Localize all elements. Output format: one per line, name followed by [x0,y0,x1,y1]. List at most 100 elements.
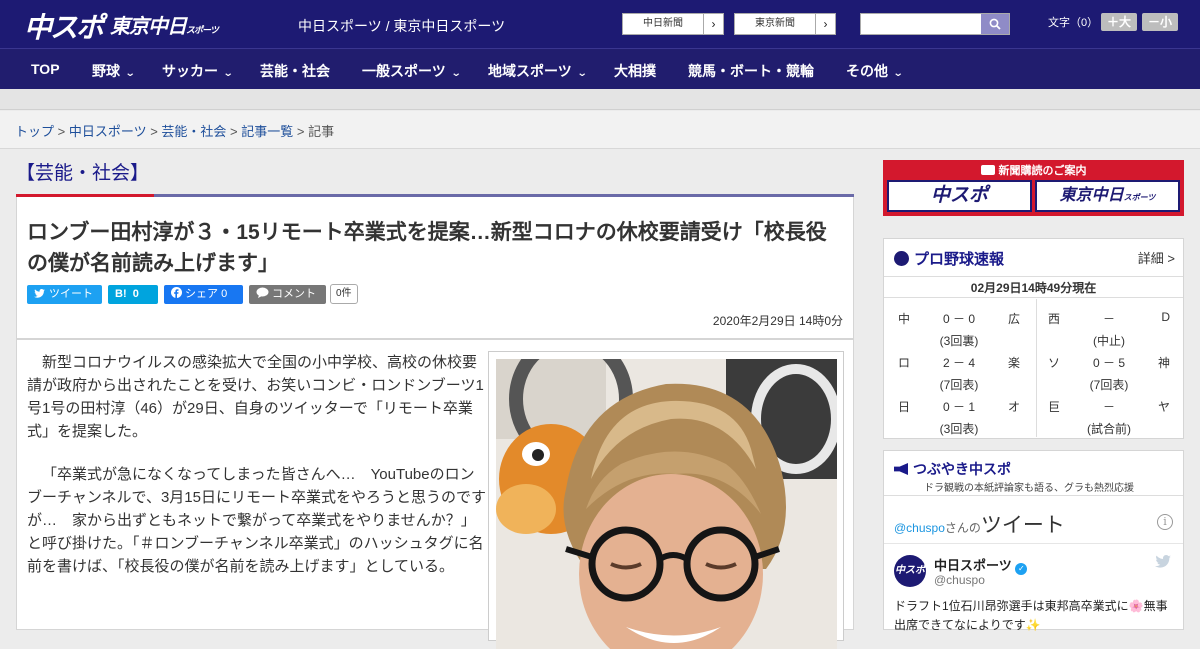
site-name: 中日スポーツ / 東京中日スポーツ [298,18,506,34]
facebook-count: 0 [221,288,228,300]
subscription-banner[interactable]: 新聞購読のご案内 中スポ 東京中日スポーツ [883,160,1184,216]
chunichi-shimbun-button[interactable]: 中日新聞 › [622,13,724,35]
facebook-share-button[interactable]: シェア 0 [164,285,243,304]
search-input[interactable] [860,13,1010,35]
subscribe-tokyo-label: 東京中日 [1059,187,1124,204]
game-status: (7回表) [1089,378,1129,392]
breadcrumb-entertainment[interactable]: 芸能・社会 [161,124,226,139]
nav-label: 芸能・社会 [260,63,330,79]
comment-button[interactable]: コメント [249,285,326,304]
divider [884,543,1183,544]
breadcrumb-sep: > [54,124,69,139]
game-status: (3回裏) [939,334,979,348]
tweet-label: ツイート [49,288,93,300]
hatena-bookmark-button[interactable]: B! 0 [108,285,158,304]
game-score[interactable]: 日0 － 1 オ (3回表) [884,398,1034,442]
nav-item-regional-sports[interactable]: 地域スポーツ ⌄ [488,61,588,81]
nav-item-general-sports[interactable]: 一般スポーツ ⌄ [362,61,462,81]
tokyo-chunichi-logo[interactable]: 東京中日スポーツ [110,10,219,39]
avatar[interactable]: 中スポ [894,555,926,587]
baseball-icon [894,251,909,266]
article-body: 新型コロナウイルスの感染拡大で全国の小中学校、高校の休校要請が政府から出されたこ… [16,339,854,649]
article-date: 2020年2月29日 14時0分 [712,314,843,328]
category-title: 【芸能・社会】 [16,163,150,184]
game-score[interactable]: 巨－ヤ (試合前) [1034,398,1184,442]
game-score[interactable]: ロ2 － 4 楽 (7回表) [884,354,1034,398]
nav-label: 一般スポーツ [362,63,446,79]
game-score[interactable]: 中0 － 0 広 (3回裏) [884,310,1034,354]
nav-item-racing[interactable]: 競馬・ボート・競輪 [688,61,814,81]
game-status: (試合前) [1087,422,1131,436]
nav-label: 地域スポーツ [488,63,572,79]
breadcrumb-top[interactable]: トップ [15,124,54,139]
tokyo-logo-text: 東京中日 [110,16,187,38]
breadcrumb-sep: > [226,124,242,139]
nav-item-sumo[interactable]: 大相撲 [614,61,656,81]
hatena-count: 0 [132,288,139,300]
nav-label: 野球 [92,63,120,79]
tamura-atsushi-photo [496,359,837,649]
font-smaller-button[interactable]: －小 [1142,13,1179,31]
tweet-account-name[interactable]: 中日スポーツ ✓ [934,555,1028,575]
game-score[interactable]: ソ0 － 5 神 (7回表) [1034,354,1184,398]
game-status: (7回表) [939,378,979,392]
away-team: オ [1007,400,1020,414]
chevron-down-icon: ⌄ [450,68,462,79]
tweet-text: ドラフト1位石川昂弥選手は東邦高卒業式に🌸無事出席できてなによりです✨ [894,599,1168,632]
baseball-title-text: プロ野球速報 [914,251,1005,268]
away-team: 広 [1007,312,1020,326]
article-headline: ロンブー田村淳が３・15リモート卒業式を提案…新型コロナの休校要請受け「校長役の… [27,221,827,275]
twitter-bird-icon [34,289,45,298]
article-header: ロンブー田村淳が３・15リモート卒業式を提案…新型コロナの休校要請受け「校長役の… [16,197,854,339]
chevron-down-icon: ⌄ [222,68,234,79]
facebook-icon [171,287,182,298]
away-team: D [1161,310,1170,324]
twitter-bird-icon[interactable] [1155,555,1171,571]
chuspo-handle-link[interactable]: @chuspo [894,521,945,535]
breadcrumb-sep: > [293,124,309,139]
main-nav: TOP 野球 ⌄ サッカー ⌄ 芸能・社会 一般スポーツ ⌄ 地域スポーツ ⌄ 大相撲 … [0,48,1200,89]
verified-badge-icon: ✓ [1015,563,1028,575]
article-photo[interactable] [496,359,837,649]
chevron-down-icon: ⌄ [124,68,136,79]
site-header: 中スポ 東京中日スポーツ 中日スポーツ / 東京中日スポーツ 中日新聞 › 東京新… [0,0,1200,48]
tweets-title: つぶやき中スポ [894,459,1011,479]
away-team: ヤ [1157,400,1170,414]
subscribe-chuspo-button[interactable]: 中スポ [887,180,1032,212]
article-paragraph: 新型コロナウイルスの感染拡大で全国の小中学校、高校の休校要請が政府から出されたこ… [27,354,484,440]
font-larger-button[interactable]: ＋大 [1101,13,1138,31]
tweets-title-text: つぶやき中スポ [913,461,1011,477]
nav-item-top[interactable]: TOP [31,61,60,77]
tweet-button[interactable]: ツイート [27,285,102,304]
article-photo-frame [488,351,844,649]
chevron-down-icon: ⌄ [576,68,588,79]
tweet-account-handle[interactable]: @chuspo [934,573,985,587]
breadcrumb-chunichi-sports[interactable]: 中日スポーツ [69,124,147,139]
newspaper-icon [980,165,995,175]
tweets-by-word: ツイート [980,514,1065,537]
subscription-title-text: 新聞購読のご案内 [998,165,1087,177]
megaphone-icon [894,463,908,475]
breadcrumb-sep: > [146,124,162,139]
baseball-detail-link[interactable]: 詳細 > [1138,248,1175,267]
game-status: (3回表) [939,422,979,436]
nav-item-entertainment[interactable]: 芸能・社会 [260,61,330,81]
nav-item-soccer[interactable]: サッカー ⌄ [162,61,234,81]
chevron-down-icon: ⌄ [892,68,904,79]
speech-bubble-icon [256,287,269,298]
subscribe-tokyo-button[interactable]: 東京中日スポーツ [1035,180,1180,212]
chunichi-shimbun-label: 中日新聞 [643,18,683,29]
nav-item-baseball[interactable]: 野球 ⌄ [92,61,136,81]
chevron-right-icon: › [815,14,835,34]
chuspo-logo[interactable]: 中スポ [24,6,104,46]
comment-label: コメント [272,288,316,300]
nav-item-other[interactable]: その他 ⌄ [846,61,904,81]
tokyo-shimbun-button[interactable]: 東京新聞 › [734,13,836,35]
nav-label: サッカー [162,63,218,79]
comment-count: 0件 [330,284,358,304]
breadcrumb-article-list[interactable]: 記事一覧 [241,124,293,139]
info-icon[interactable]: i [1157,514,1173,530]
game-score[interactable]: 西－ D (中止) [1034,310,1184,354]
baseball-scores: プロ野球速報 詳細 > 02月29日14時49分現在 中0 － 0 広 (3回裏) … [883,238,1184,439]
search-button[interactable] [981,14,1009,34]
